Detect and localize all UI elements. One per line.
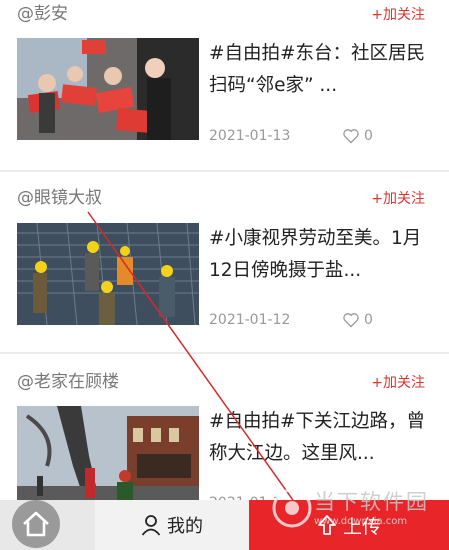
tab-home[interactable] (0, 500, 95, 550)
post-author[interactable]: @老家在顾楼 (17, 370, 119, 394)
upload-button[interactable]: 上传 (249, 500, 449, 550)
post-card[interactable]: @彭安 +加关注 #自由拍#东台：社区居民扫码“邻e家” ... 2021-01… (0, 0, 449, 170)
upload-label: 上传 (342, 515, 381, 538)
bottom-tabbar: 我的 上传 (0, 500, 449, 550)
follow-button[interactable]: +加关注 (371, 188, 425, 210)
post-thumbnail[interactable] (17, 406, 199, 508)
post-title[interactable]: #小康视界劳动至美。1月12日傍晚摄于盐... (209, 223, 441, 287)
post-card[interactable]: @老家在顾楼 +加关注 #自由拍#下关江边路，曾称大江边。这里风... 2021… (0, 354, 449, 511)
post-card[interactable]: @眼镜大叔 +加关注 #小康视界劳动至美。1月12日傍晚摄于盐... 2021-… (0, 172, 449, 352)
tab-mine[interactable]: 我的 (95, 500, 249, 550)
like-button[interactable]: 0 (342, 310, 373, 330)
follow-button[interactable]: +加关注 (371, 372, 425, 394)
post-thumbnail[interactable] (17, 38, 199, 140)
home-button[interactable] (12, 500, 60, 548)
like-count: 0 (364, 128, 373, 144)
post-date: 2021-01-12 (209, 312, 291, 328)
post-author[interactable]: @彭安 (17, 2, 68, 26)
user-icon (141, 515, 161, 536)
heart-icon (343, 313, 359, 328)
home-icon (23, 511, 49, 537)
like-button[interactable]: 0 (342, 126, 373, 146)
post-thumbnail[interactable] (17, 223, 199, 325)
tab-mine-label: 我的 (167, 516, 203, 537)
post-date: 2021-01-13 (209, 128, 291, 144)
follow-button[interactable]: +加关注 (371, 4, 425, 26)
upload-icon (318, 515, 336, 535)
post-title[interactable]: #自由拍#下关江边路，曾称大江边。这里风... (209, 406, 441, 470)
like-count: 0 (364, 312, 373, 328)
post-title[interactable]: #自由拍#东台：社区居民扫码“邻e家” ... (209, 38, 441, 102)
post-author[interactable]: @眼镜大叔 (17, 186, 102, 210)
heart-icon (343, 129, 359, 144)
